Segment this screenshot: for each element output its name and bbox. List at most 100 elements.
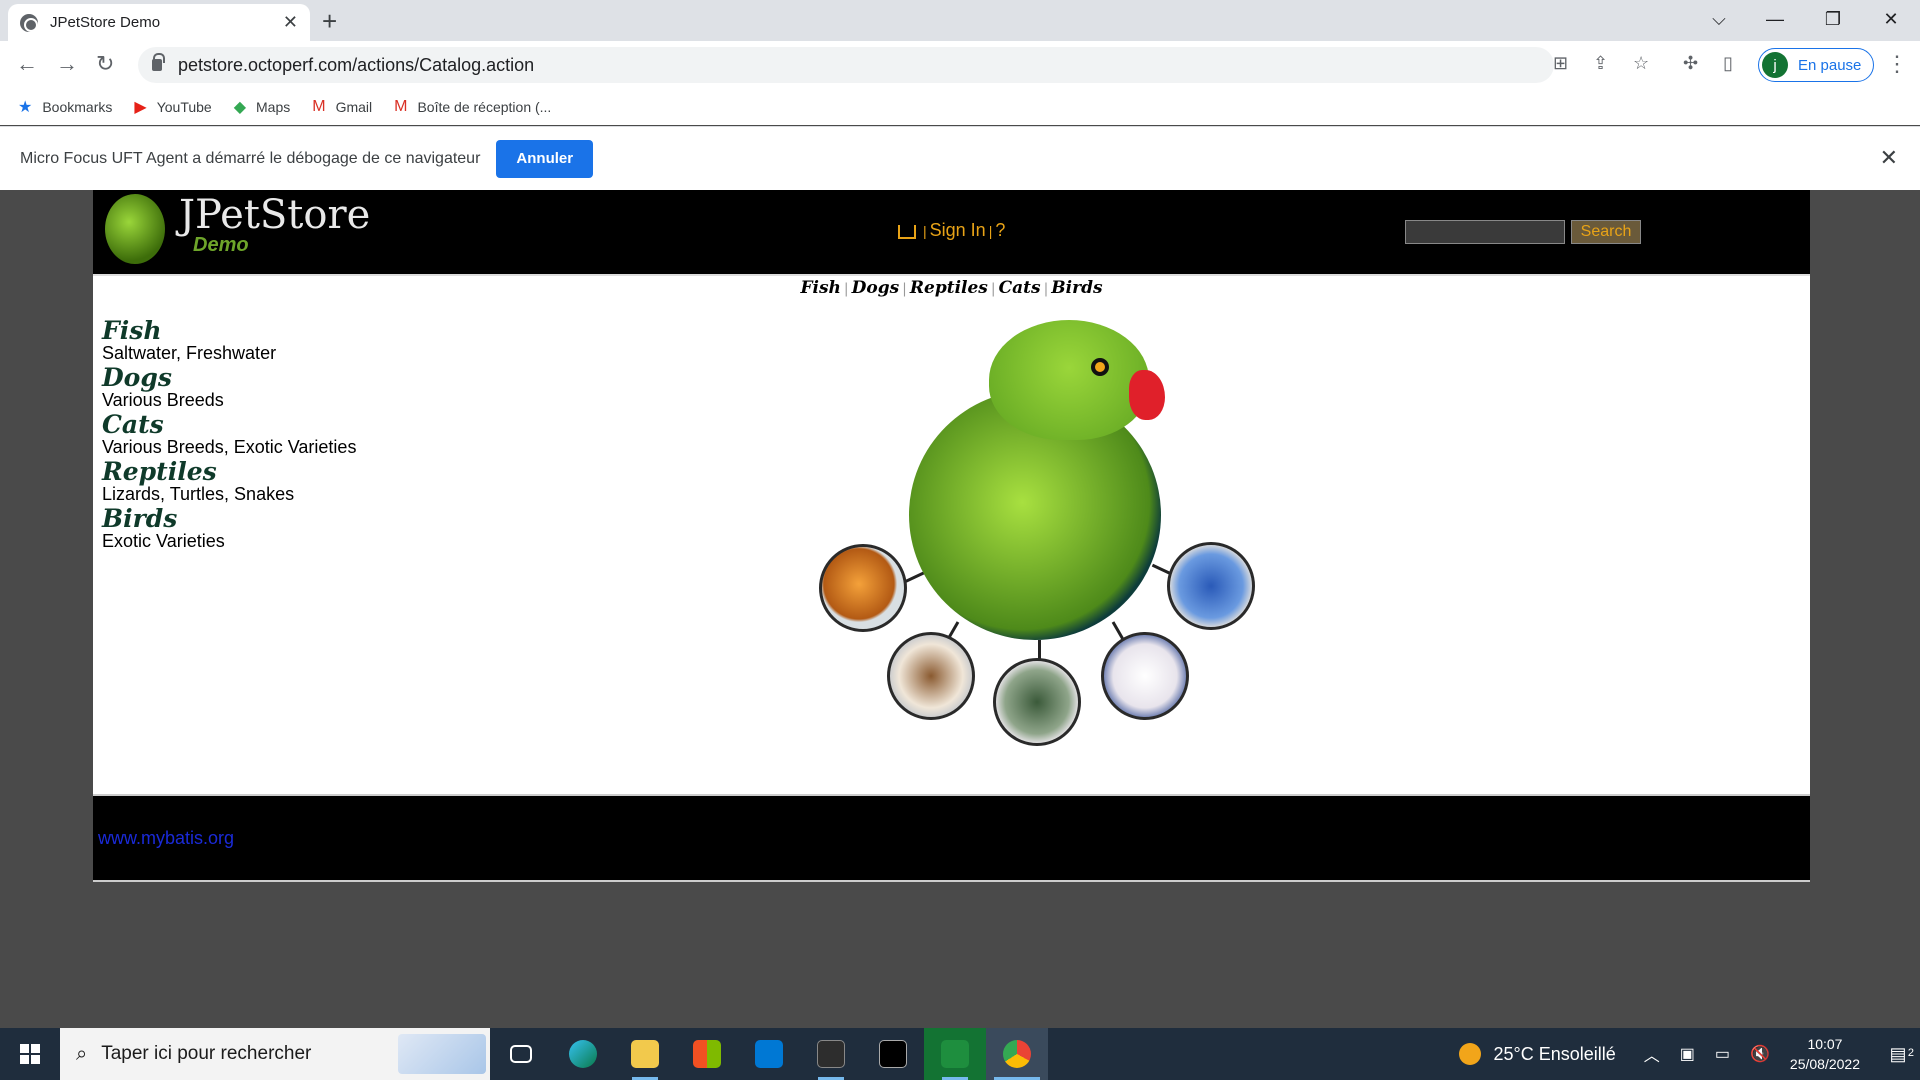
notification-center-button[interactable]: ▤ 2	[1876, 1044, 1920, 1065]
parrot-head[interactable]	[989, 320, 1149, 440]
category-title[interactable]: Birds	[102, 506, 356, 531]
network-icon[interactable]: ▣	[1680, 1044, 1695, 1064]
infobar-message: Micro Focus UFT Agent a démarré le débog…	[20, 149, 481, 167]
terminal-button[interactable]	[800, 1028, 862, 1080]
avatar: j	[1762, 52, 1788, 78]
close-icon[interactable]: ✕	[1880, 145, 1898, 171]
category-fish: Fish Saltwater, Freshwater	[102, 318, 356, 363]
reptiles-image[interactable]	[993, 658, 1081, 746]
quicklink-reptiles[interactable]: Reptiles	[910, 278, 988, 298]
site-footer: www.mybatis.org	[93, 794, 1810, 882]
extensions-icon[interactable]: ✣	[1683, 53, 1698, 74]
category-title[interactable]: Reptiles	[102, 459, 356, 484]
windows-taskbar: ⌕ Taper ici pour rechercher 25°C Ensolei…	[0, 1028, 1920, 1080]
restore-button[interactable]: ❐	[1810, 0, 1856, 38]
search-button[interactable]: Search	[1571, 220, 1641, 244]
reload-icon[interactable]: ↻	[96, 51, 114, 77]
site-main: Fish | Dogs | Reptiles | Cats | Birds Fish Saltw…	[93, 274, 1810, 794]
translate-icon[interactable]: ⊞	[1553, 53, 1568, 74]
store-button[interactable]	[676, 1028, 738, 1080]
cats-image[interactable]	[1101, 632, 1189, 720]
bookmark-gmail[interactable]: M Gmail	[312, 98, 372, 116]
youtube-icon: ▶	[134, 99, 147, 116]
battery-icon[interactable]: ▭	[1715, 1044, 1730, 1064]
task-view-button[interactable]	[490, 1028, 552, 1080]
sun-icon[interactable]	[1459, 1043, 1482, 1065]
cancel-button[interactable]: Annuler	[496, 139, 594, 178]
category-reptiles: Reptiles Lizards, Turtles, Snakes	[102, 459, 356, 504]
new-tab-button[interactable]: +	[322, 6, 337, 37]
bookmark-label: Boîte de réception (...	[417, 99, 552, 115]
bookmark-maps[interactable]: ◆ Maps	[234, 97, 291, 117]
category-title[interactable]: Fish	[102, 318, 356, 343]
parrot-logo-icon[interactable]	[105, 194, 165, 264]
category-birds: Birds Exotic Varieties	[102, 506, 356, 551]
site-header: JPetStore Demo | Sign In | ? Search	[93, 190, 1810, 274]
bookmark-youtube[interactable]: ▶ YouTube	[134, 97, 211, 117]
birds-macaw-image[interactable]	[1167, 542, 1255, 630]
edge-button[interactable]	[552, 1028, 614, 1080]
fish-image[interactable]	[819, 544, 907, 632]
uft-icon	[941, 1040, 969, 1068]
weather-text[interactable]: 25°C Ensoleillé	[1493, 1044, 1615, 1065]
chrome-icon	[1003, 1040, 1031, 1068]
close-window-button[interactable]: ✕	[1868, 0, 1914, 38]
help-link[interactable]: ?	[995, 220, 1005, 241]
tab-title: JPetStore Demo	[50, 14, 161, 31]
side-panel-icon[interactable]: ▯	[1723, 53, 1733, 74]
clock[interactable]: 10:07 25/08/2022	[1790, 1034, 1860, 1074]
mute-icon[interactable]: 🔇	[1750, 1044, 1770, 1064]
uft-agent-button[interactable]	[924, 1028, 986, 1080]
taskbar-search[interactable]: ⌕ Taper ici pour rechercher	[60, 1028, 490, 1080]
search-highlight-image	[398, 1034, 486, 1074]
debug-infobar: Micro Focus UFT Agent a démarré le débog…	[0, 126, 1920, 190]
quicklink-cats[interactable]: Cats	[999, 278, 1041, 298]
dogs-image[interactable]	[887, 632, 975, 720]
more-menu-icon[interactable]: ⋮	[1886, 51, 1908, 77]
clock-date: 25/08/2022	[1789, 1056, 1860, 1072]
gmail-icon: M	[312, 98, 326, 115]
bookmark-bookmarks[interactable]: ★ Bookmarks	[18, 97, 112, 117]
share-icon[interactable]: ⇪	[1593, 53, 1608, 74]
bookmark-label: YouTube	[156, 99, 212, 115]
category-title[interactable]: Cats	[102, 412, 356, 437]
cart-icon[interactable]	[898, 225, 916, 239]
profile-button[interactable]: j En pause	[1758, 48, 1875, 82]
browser-toolbar: ← → ↻ petstore.octoperf.com/actions/Cata…	[0, 41, 1920, 89]
pet-image-map	[819, 320, 1263, 760]
logo-subtitle[interactable]: Demo	[193, 234, 249, 257]
close-tab-icon[interactable]: ✕	[283, 12, 298, 33]
file-explorer-button[interactable]	[614, 1028, 676, 1080]
forward-icon[interactable]: →	[56, 51, 78, 77]
tab-search-icon[interactable]: ⌵	[1696, 0, 1742, 38]
chrome-button[interactable]	[986, 1028, 1048, 1080]
lock-icon[interactable]	[152, 53, 165, 71]
address-bar[interactable]: petstore.octoperf.com/actions/Catalog.ac…	[138, 47, 1554, 83]
browser-tab[interactable]: JPetStore Demo ✕	[8, 4, 310, 41]
edge-icon	[569, 1040, 597, 1068]
url-text[interactable]: petstore.octoperf.com/actions/Catalog.ac…	[178, 55, 534, 76]
category-title[interactable]: Dogs	[102, 365, 356, 390]
task-view-icon	[510, 1045, 532, 1063]
quicklink-dogs[interactable]: Dogs	[852, 278, 900, 298]
mybatis-link[interactable]: www.mybatis.org	[98, 828, 234, 849]
mail-button[interactable]	[738, 1028, 800, 1080]
category-desc: Various Breeds, Exotic Varieties	[102, 437, 357, 457]
search-icon: ⌕	[76, 1042, 88, 1065]
search-input[interactable]	[1405, 220, 1565, 244]
minimize-button[interactable]: —	[1752, 0, 1798, 38]
bookmark-star-icon[interactable]: ☆	[1633, 53, 1649, 74]
chevron-up-icon[interactable]: ︿	[1644, 1042, 1660, 1066]
clock-time: 10:07	[1807, 1036, 1843, 1052]
start-button[interactable]	[0, 1028, 60, 1080]
back-icon[interactable]: ←	[16, 51, 38, 77]
quicklink-fish[interactable]: Fish	[800, 278, 840, 298]
quicklink-birds[interactable]: Birds	[1051, 278, 1102, 298]
category-desc: Exotic Varieties	[102, 531, 225, 551]
logo-title[interactable]: JPetStore	[179, 192, 370, 238]
mail-icon	[755, 1040, 783, 1068]
bookmark-inbox[interactable]: M Boîte de réception (...	[394, 98, 551, 116]
cmd-button[interactable]	[862, 1028, 924, 1080]
category-dogs: Dogs Various Breeds	[102, 365, 356, 410]
sign-in-link[interactable]: Sign In	[930, 220, 986, 241]
